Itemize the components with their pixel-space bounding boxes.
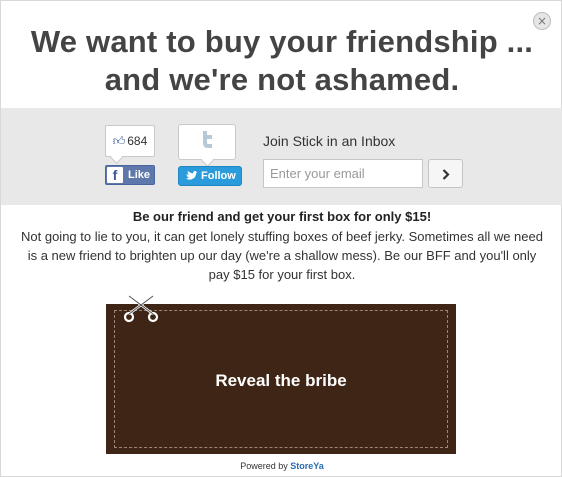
powered-by-footer: Powered by StoreYa [1, 461, 562, 471]
storeya-link[interactable]: StoreYa [290, 461, 324, 471]
facebook-icon: f [107, 167, 123, 183]
offer-body: Not going to lie to you, it can get lone… [21, 229, 543, 282]
social-band [1, 108, 562, 205]
headline-line-2: and we're not ashamed. [104, 62, 460, 97]
chevron-right-icon [442, 169, 450, 180]
subscribe-label: Join Stick in an Inbox [263, 133, 396, 149]
headline-line-1: We want to buy your friendship ... [30, 24, 534, 59]
offer-title: Be our friend and get your first box for… [132, 209, 432, 224]
like-count-bubble: 👍︎ 684 [105, 125, 155, 157]
twitter-avatar-icon [203, 131, 212, 148]
headline: We want to buy your friendship ... and w… [1, 23, 562, 99]
thumbs-up-icon: 👍︎ [112, 134, 126, 148]
popup-modal: × We want to buy your friendship ... and… [0, 0, 562, 477]
twitter-bird-icon [186, 171, 197, 180]
submit-email-button[interactable] [428, 159, 463, 188]
twitter-follow-button[interactable]: Follow [178, 166, 242, 186]
reveal-bribe-label: Reveal the bribe [215, 371, 347, 390]
powered-by-text: Powered by [240, 461, 288, 471]
email-input[interactable] [263, 159, 423, 188]
scissors-icon [123, 295, 159, 323]
reveal-bribe-coupon[interactable]: Reveal the bribe [106, 304, 456, 454]
twitter-profile-bubble [178, 124, 236, 160]
like-count: 684 [127, 134, 148, 148]
facebook-like-button[interactable]: f Like [105, 165, 155, 185]
twitter-follow-label: Follow [201, 170, 236, 182]
facebook-like-label: Like [128, 169, 151, 181]
